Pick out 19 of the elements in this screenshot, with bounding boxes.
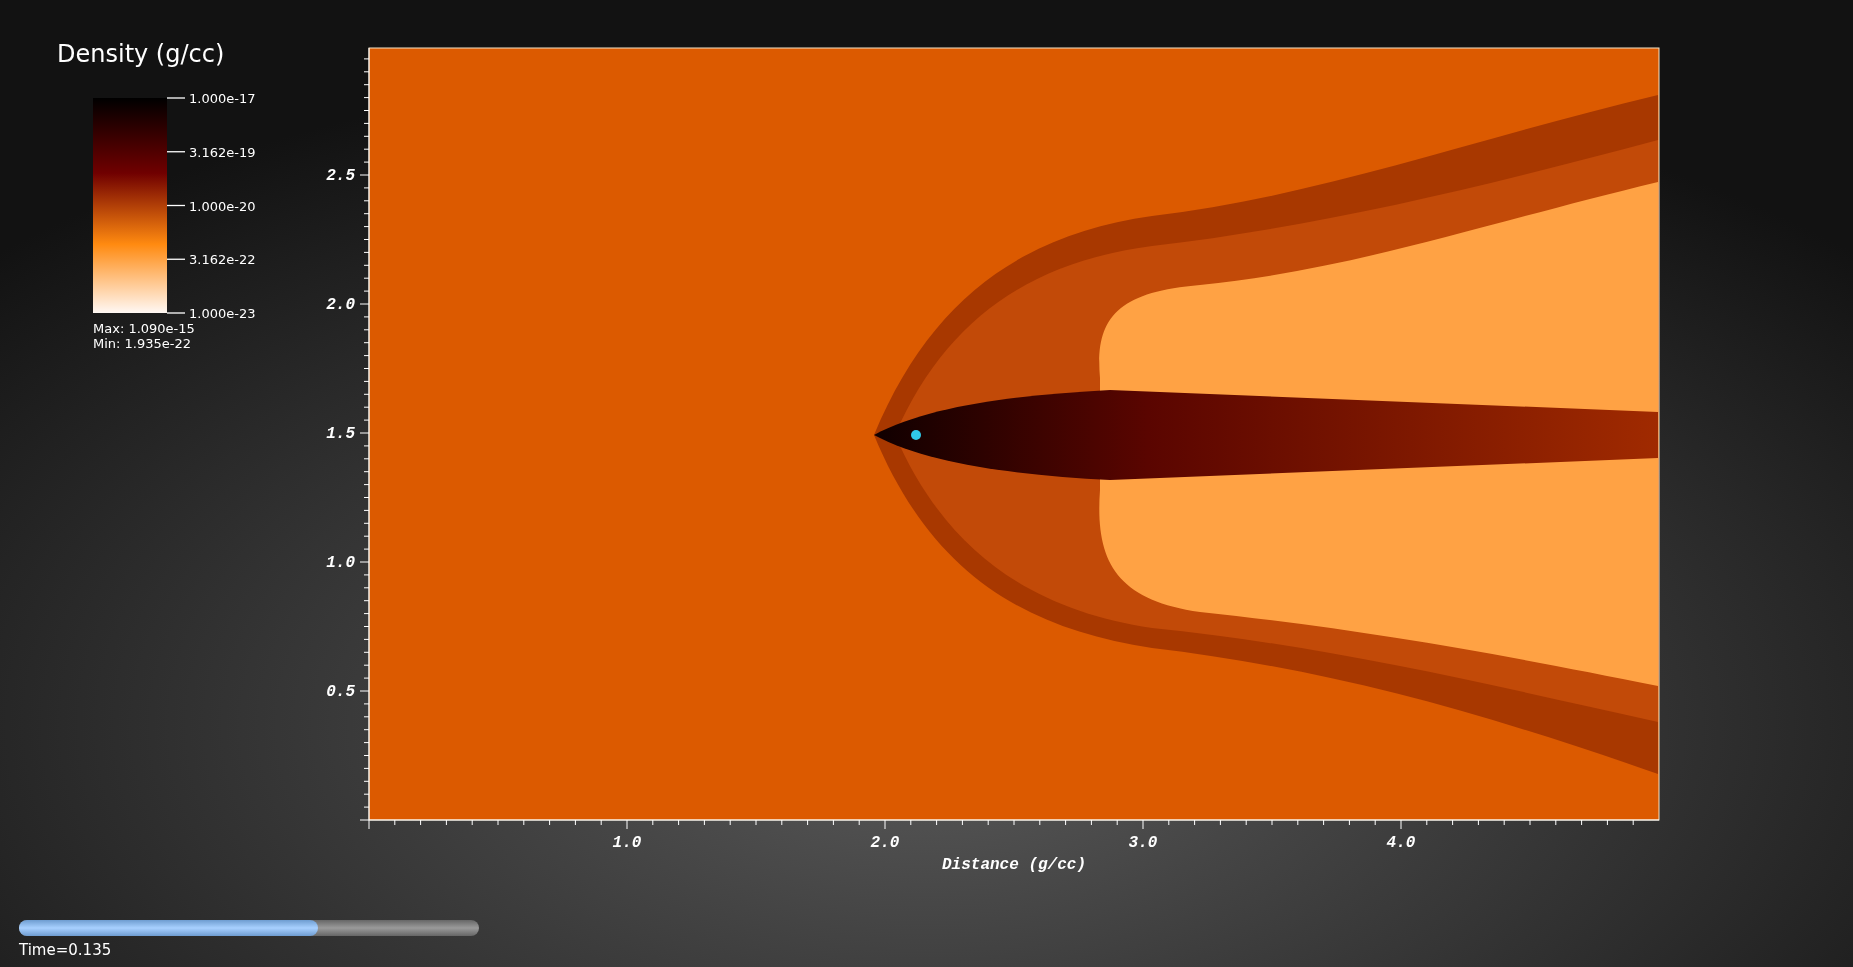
legend-label: 1.000e-23 <box>189 306 256 321</box>
legend-max: Max: 1.090e-15 <box>93 321 195 336</box>
axis-tick-label: 2.5 <box>326 167 355 185</box>
axis-tick-label: 2.0 <box>870 834 900 852</box>
legend-label: 3.162e-22 <box>189 252 256 268</box>
legend-label: 3.162e-19 <box>189 144 256 160</box>
axis-tick-label: 2.0 <box>326 296 355 314</box>
axis-title: Distance (g/cc) <box>942 856 1086 874</box>
legend-label: 1.000e-20 <box>189 198 256 214</box>
axis-tick-label: 3.0 <box>1128 834 1158 852</box>
axis-tick-label: 4.0 <box>1386 834 1416 852</box>
axis-tick-label: 1.0 <box>326 554 355 572</box>
axis-tick-label: 1.0 <box>612 834 642 852</box>
axis-tick-label: 0.5 <box>326 683 355 701</box>
legend-label: 1.000e-17 <box>189 91 256 106</box>
legend-title: Density (g/cc) <box>57 40 225 68</box>
axis-tick-label: 1.5 <box>326 425 355 443</box>
time-label: Time=0.135 <box>19 941 112 959</box>
legend-min: Min: 1.935e-22 <box>93 336 192 351</box>
